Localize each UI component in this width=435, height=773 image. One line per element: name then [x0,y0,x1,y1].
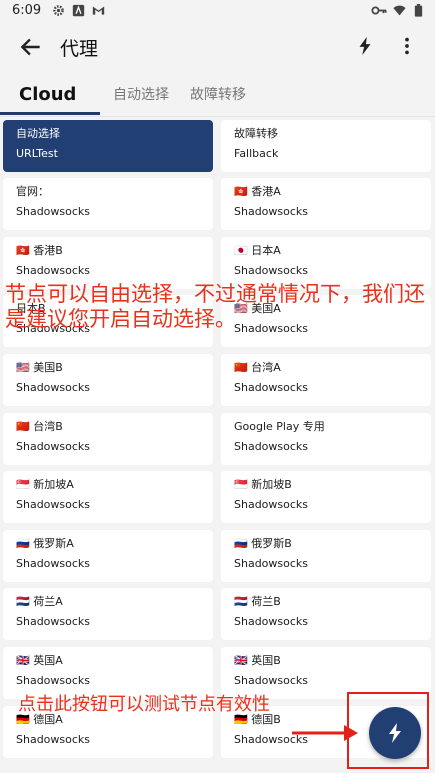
proxy-type: Shadowsocks [16,264,91,277]
proxy-type: Shadowsocks [16,381,91,394]
proxy-type: Shadowsocks [16,205,91,218]
system-icons [371,4,425,17]
annotation-line-2: 是建议您开启自动选择。 [5,307,236,331]
proxy-type: Shadowsocks [234,264,309,277]
proxy-card[interactable]: 🇨🇳 台湾A Shadowsocks [221,354,431,406]
proxy-name: 🇯🇵 日本A [234,244,281,257]
app-bar: 代理 [0,24,435,70]
proxy-name: 🇭🇰 香港B [16,244,63,257]
proxy-name: 🇬🇧 英国B [234,654,281,667]
proxy-name: 🇬🇧 英国A [16,654,63,667]
proxy-card[interactable]: 🇳🇱 荷兰A Shadowsocks [3,588,213,640]
proxy-card[interactable]: 🇭🇰 香港A Shadowsocks [221,178,431,230]
proxy-type: Shadowsocks [16,498,91,511]
app-a-icon [72,4,85,17]
proxy-name: 自动选择 [16,127,60,140]
wifi-icon [393,5,406,16]
proxy-name: 🇸🇬 新加坡B [234,478,292,491]
proxy-type: Shadowsocks [234,615,309,628]
proxy-type: Shadowsocks [234,440,309,453]
proxy-card[interactable]: Google Play 专用 Shadowsocks [221,413,431,465]
test-latency-button[interactable] [369,707,421,759]
page-title: 代理 [60,38,99,60]
annotation-line-1: 节点可以自由选择，不过通常情况下，我们还 [5,282,425,306]
proxy-name: 🇭🇰 香港A [234,185,281,198]
proxy-card[interactable]: 故障转移 Fallback [221,120,431,172]
proxy-type: Shadowsocks [234,322,309,335]
proxy-card[interactable]: 🇸🇬 新加坡A Shadowsocks [3,471,213,523]
proxy-name: 🇳🇱 荷兰A [16,595,63,608]
proxy-card[interactable]: 自动选择 URLTest [3,120,213,172]
proxy-type: Shadowsocks [16,615,91,628]
proxy-type: Shadowsocks [16,733,91,746]
proxy-type: Shadowsocks [234,381,309,394]
status-bar: 6:09 [0,0,435,24]
gear-icon [53,5,64,16]
tab-cloud[interactable]: Cloud [19,76,76,114]
proxy-type: Shadowsocks [234,674,309,687]
proxy-name: 🇷🇺 俄罗斯A [16,537,74,550]
proxy-card[interactable]: 🇳🇱 荷兰B Shadowsocks [221,588,431,640]
notification-icons [52,4,105,17]
proxy-type: Shadowsocks [234,557,309,570]
proxy-type: Shadowsocks [234,498,309,511]
proxy-type: Fallback [234,147,279,160]
proxy-card[interactable]: 官网： Shadowsocks [3,178,213,230]
annotation-fab-hint: 点击此按钮可以测试节点有效性 [18,694,270,715]
proxy-name: 官网： [16,185,49,198]
proxy-type: Shadowsocks [16,557,91,570]
proxy-name: 🇨🇳 台湾B [16,420,63,433]
proxy-card[interactable]: 🇷🇺 俄罗斯A Shadowsocks [3,530,213,582]
vpn-key-icon [371,6,387,15]
tab-fallback[interactable]: 故障转移 [190,76,246,114]
proxy-type: Shadowsocks [16,440,91,453]
bolt-icon [389,723,401,743]
battery-icon [414,4,423,17]
proxy-name: 🇷🇺 俄罗斯B [234,537,292,550]
proxy-name: 故障转移 [234,127,278,140]
proxy-name: Google Play 专用 [234,420,325,433]
proxy-card[interactable]: 🇨🇳 台湾B Shadowsocks [3,413,213,465]
proxy-card[interactable]: 🇺🇸 美国B Shadowsocks [3,354,213,406]
tab-indicator [0,112,100,115]
proxy-type: URLTest [16,147,58,160]
proxy-name: 🇨🇳 台湾A [234,361,281,374]
back-arrow-icon[interactable] [18,34,44,60]
proxy-card[interactable]: 🇷🇺 俄罗斯B Shadowsocks [221,530,431,582]
proxy-name: 🇺🇸 美国B [16,361,63,374]
bolt-icon[interactable] [354,35,376,57]
proxy-type: Shadowsocks [16,674,91,687]
gmail-icon [92,6,105,15]
proxy-name: 🇸🇬 新加坡A [16,478,74,491]
proxy-type: Shadowsocks [234,205,309,218]
status-time: 6:09 [12,3,42,18]
group-tabs: Cloud 自动选择 故障转移 [0,76,435,117]
proxy-name: 🇳🇱 荷兰B [234,595,281,608]
proxy-card[interactable]: 🇸🇬 新加坡B Shadowsocks [221,471,431,523]
tab-auto-select[interactable]: 自动选择 [113,76,169,114]
more-vert-icon[interactable] [396,35,418,57]
